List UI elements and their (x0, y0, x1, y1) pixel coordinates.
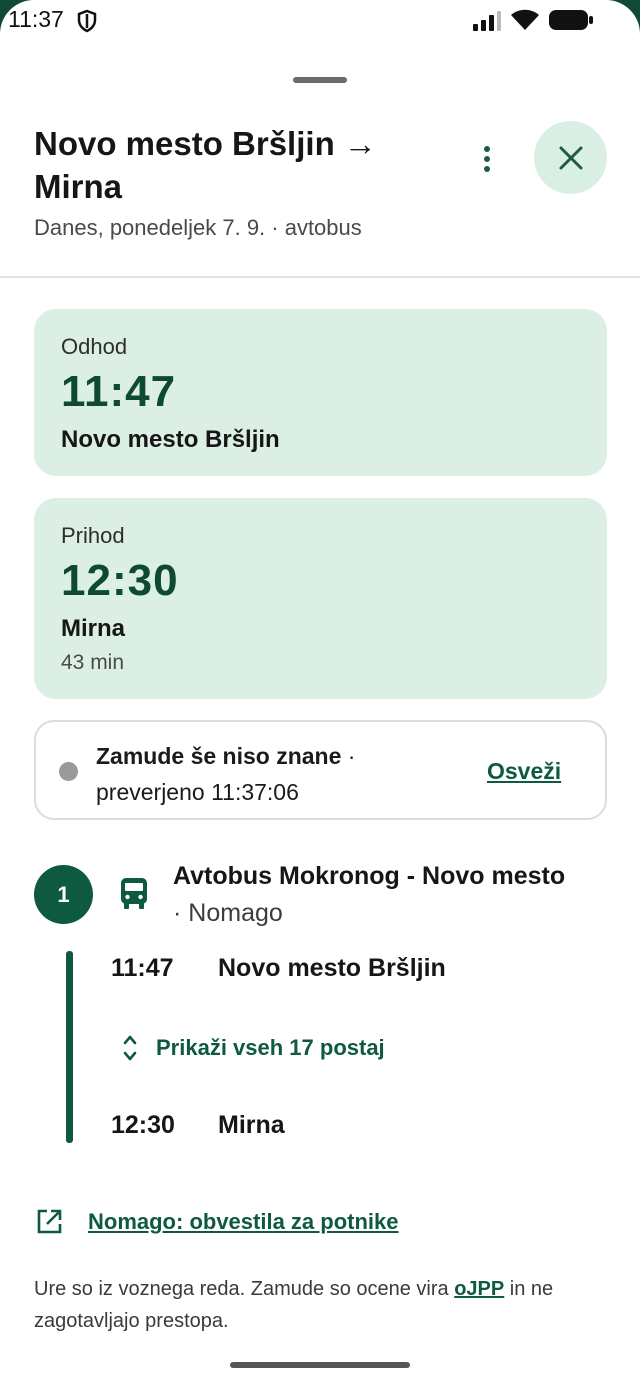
battery-icon (548, 9, 594, 36)
open-external-icon (37, 1209, 62, 1234)
wifi-icon (510, 8, 540, 37)
delay-status-text: Zamude še niso znane · preverjeno 11:37:… (96, 738, 446, 810)
footer-note: Ure so iz voznega reda. Zamude so ocene … (34, 1273, 614, 1337)
leg-title: Avtobus Mokronog - Novo mesto · Nomago (173, 858, 573, 932)
trip-duration: 43 min (61, 651, 125, 674)
delay-separator: · (341, 743, 356, 769)
departure-place: Novo mesto Bršljin (61, 426, 280, 453)
route-separator: · (173, 899, 189, 927)
delay-status-box: Zamude še niso znane · preverjeno 11:37:… (34, 720, 607, 820)
drag-handle[interactable] (293, 77, 347, 83)
trip-title: Novo mesto Bršljin → Mirna (34, 125, 377, 205)
route-operator: Nomago (188, 899, 283, 927)
delay-checked-time: preverjeno 11:37:06 (96, 779, 299, 805)
bus-icon (118, 876, 150, 915)
show-all-stops-button[interactable]: Prikaži vseh 17 postaj (122, 1032, 385, 1064)
departure-label: Odhod (61, 334, 128, 359)
header-divider (0, 276, 640, 278)
status-bar: 11:37 (0, 0, 640, 40)
operator-notices-link[interactable]: Nomago: obvestila za potnike (34, 1207, 399, 1237)
arrival-card: Prihod 12:30 Mirna 43 min (34, 498, 607, 699)
delay-status: Zamude še niso znane (96, 743, 342, 769)
home-indicator (230, 1362, 410, 1368)
stop-name[interactable]: Mirna (218, 1111, 285, 1140)
arrival-time: 12:30 (61, 556, 179, 605)
source-link[interactable]: oJPP (454, 1278, 504, 1300)
footer-text-before: Ure so iz voznega reda. Zamude so ocene … (34, 1278, 455, 1300)
close-button[interactable] (534, 121, 607, 194)
departure-time: 11:47 (61, 367, 177, 416)
refresh-button[interactable]: Osveži (487, 758, 561, 785)
route-name: Avtobus Mokronog - Novo mesto (173, 862, 566, 890)
shield-icon (76, 9, 98, 38)
arrival-place: Mirna (61, 615, 126, 642)
stop-name[interactable]: Novo mesto Bršljin (218, 954, 446, 983)
leg-timeline (66, 951, 73, 1143)
more-options-button[interactable] (474, 142, 500, 182)
expand-icon (123, 1035, 137, 1061)
stop-time: 11:47 (111, 954, 174, 982)
delay-status-dot (59, 762, 78, 781)
close-icon (559, 146, 582, 169)
trip-subtitle: Danes, ponedeljek 7. 9. · avtobus (34, 215, 362, 240)
arrival-label: Prihod (61, 523, 125, 548)
departure-card: Odhod 11:47 Novo mesto Bršljin (34, 309, 607, 476)
show-all-stops-label: Prikaži vseh 17 postaj (156, 1035, 385, 1060)
signal-icon (472, 10, 502, 37)
stop-time: 12:30 (111, 1111, 175, 1139)
status-time: 11:37 (8, 6, 64, 32)
leg-number: 1 (34, 865, 93, 924)
trip-detail-sheet: 11:37 Novo mesto Bršljin → Mirna Danes, … (0, 0, 640, 1387)
operator-notices-label: Nomago: obvestila za potnike (88, 1209, 399, 1234)
